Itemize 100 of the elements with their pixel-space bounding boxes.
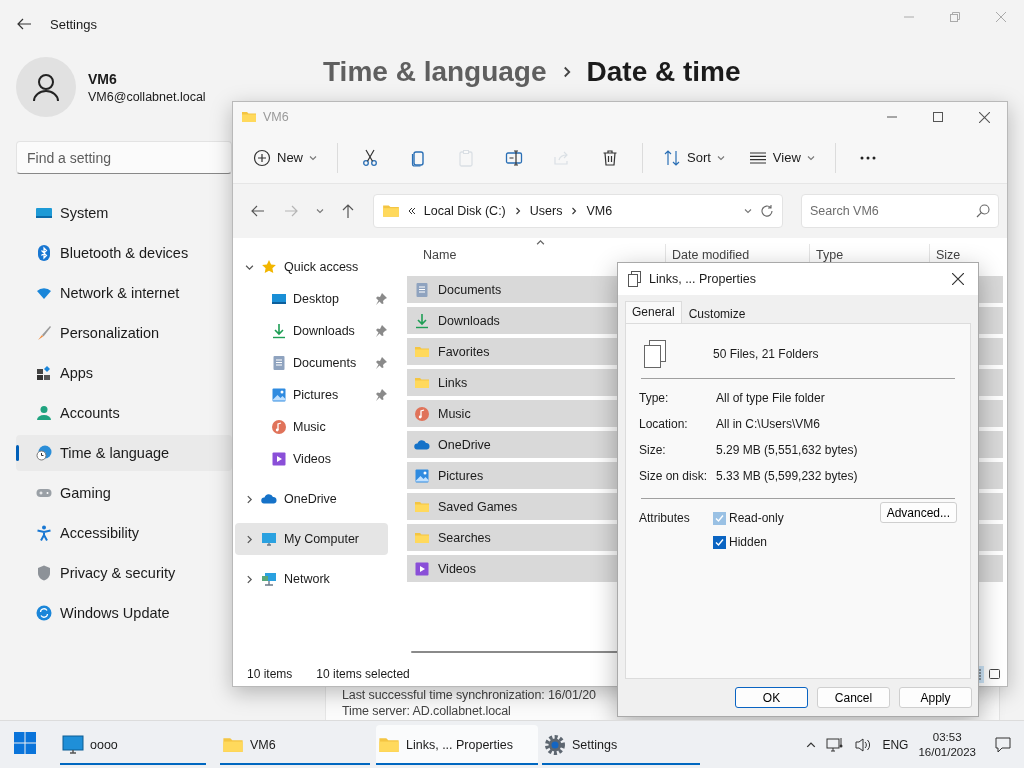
accessibility-icon — [36, 525, 52, 541]
tree-item[interactable]: Quick access — [235, 251, 388, 283]
trash-icon — [601, 148, 619, 167]
taskbar-item[interactable]: Links, ... Properties — [376, 724, 538, 765]
user-name: VM6 — [88, 70, 118, 87]
dialog-title: Links, ... Properties — [649, 272, 756, 286]
more-icon — [859, 155, 876, 160]
tree-item[interactable]: OneDrive — [235, 483, 388, 515]
toolbar-button[interactable]: View — [740, 139, 823, 176]
shield-icon — [36, 565, 52, 581]
music-icon — [414, 405, 430, 422]
tree-item[interactable]: My Computer — [235, 523, 388, 555]
attributes-label: Attributes — [639, 511, 691, 527]
checkmark-icon — [715, 513, 724, 523]
taskbar-item[interactable]: oooo — [60, 724, 206, 765]
field-label: Type: — [639, 391, 670, 406]
checkmark-icon — [715, 537, 724, 547]
download-icon — [414, 312, 430, 329]
computer-icon — [261, 531, 277, 547]
nav-item[interactable]: Personalization — [16, 315, 232, 351]
pin-icon — [375, 293, 387, 305]
clock[interactable]: 03:53 16/01/2023 — [918, 731, 976, 758]
close-icon — [978, 111, 990, 123]
checkbox[interactable]: Hidden — [713, 535, 784, 549]
window-title: VM6 — [263, 110, 289, 124]
person-icon — [36, 405, 52, 421]
tree-item[interactable]: Documents — [233, 347, 390, 379]
taskbar-item[interactable]: VM6 — [220, 724, 370, 765]
advanced-button[interactable]: Advanced... — [879, 502, 957, 523]
user-email: VM6@collabnet.local — [88, 89, 206, 104]
folder-icon — [241, 109, 257, 125]
field-label: Size: — [639, 443, 667, 458]
tiles-view-icon — [988, 667, 1001, 681]
apps-icon — [36, 365, 52, 381]
nav-item[interactable]: Bluetooth & devices — [16, 235, 232, 271]
language-indicator[interactable]: ENG — [882, 737, 909, 752]
nav-item[interactable]: System — [16, 195, 232, 231]
checkbox[interactable]: Read-only — [713, 511, 784, 525]
document-icon — [271, 355, 287, 371]
nav-item[interactable]: Privacy & security — [16, 555, 232, 591]
sort-caret-icon — [536, 238, 545, 247]
toolbar-button[interactable]: Sort — [655, 139, 733, 176]
dialog-button[interactable]: Apply — [899, 687, 972, 708]
tab[interactable]: General — [625, 301, 682, 323]
nav-item[interactable]: Gaming — [16, 475, 232, 511]
field-value: 5.29 MB (5,551,632 bytes) — [716, 443, 859, 458]
field-value: All in C:\Users\VM6 — [716, 417, 822, 432]
nav-item[interactable]: Time & language — [16, 435, 232, 471]
dialog-button[interactable]: Cancel — [817, 687, 890, 708]
search-field[interactable]: Find a setting — [16, 141, 232, 174]
taskbar-item[interactable]: Settings — [542, 724, 700, 765]
collapsed-caret-icon — [245, 574, 254, 584]
download-icon — [271, 323, 287, 339]
caret-icon — [806, 153, 815, 162]
address-bar[interactable]: Local Disk (C:) Users VM6 — [372, 194, 783, 228]
pin-icon — [375, 357, 387, 369]
expanded-caret-icon — [245, 262, 254, 272]
nav-item[interactable]: Windows Update — [16, 595, 232, 631]
settings-icon — [544, 733, 566, 756]
caret-icon — [309, 153, 317, 162]
notification-icon — [994, 735, 1012, 754]
monitor-icon — [62, 734, 84, 755]
tree-item[interactable]: Desktop — [233, 283, 390, 315]
tree-item[interactable]: Music — [233, 411, 390, 443]
picture-icon — [414, 467, 430, 484]
chevron-icon — [513, 207, 522, 215]
pin-icon — [375, 325, 387, 337]
music-icon — [271, 419, 287, 435]
selection-summary: 50 Files, 21 Folders — [713, 347, 819, 361]
dialog-button[interactable]: OK — [735, 687, 808, 708]
field-value: 5.33 MB (5,599,232 bytes) — [716, 469, 859, 484]
tree-item[interactable]: Videos — [233, 443, 390, 475]
nav-item[interactable]: Network & internet — [16, 275, 232, 311]
tree-item[interactable]: Network — [235, 563, 388, 595]
tree-item[interactable]: Pictures — [233, 379, 390, 411]
volume-icon — [854, 736, 873, 753]
update-icon — [36, 605, 52, 621]
bluetooth-icon — [36, 245, 52, 261]
monitor-icon — [36, 205, 52, 221]
pin-icon — [375, 389, 387, 401]
selection-indicator — [16, 445, 19, 461]
files-icon — [628, 271, 642, 287]
toolbar-button[interactable]: New — [245, 139, 325, 176]
desktop-icon — [271, 291, 287, 307]
caret-icon — [744, 207, 752, 215]
caret-icon — [315, 207, 324, 215]
nav-item[interactable]: Apps — [16, 355, 232, 391]
breadcrumb-item[interactable]: Time & language — [323, 56, 547, 88]
copy-icon — [409, 148, 427, 167]
picture-icon — [271, 387, 287, 403]
window-title: Settings — [50, 16, 97, 32]
nav-item[interactable]: Accessibility — [16, 515, 232, 551]
tree-item[interactable]: Downloads — [233, 315, 390, 347]
column-header[interactable]: Name — [407, 244, 665, 266]
plus-circle-icon — [253, 148, 271, 167]
nav-item[interactable]: Accounts — [16, 395, 232, 431]
refresh-icon — [760, 204, 774, 218]
search-field[interactable]: Search VM6 — [801, 194, 999, 228]
back-icon[interactable] — [16, 16, 32, 32]
rename-icon — [505, 148, 523, 167]
